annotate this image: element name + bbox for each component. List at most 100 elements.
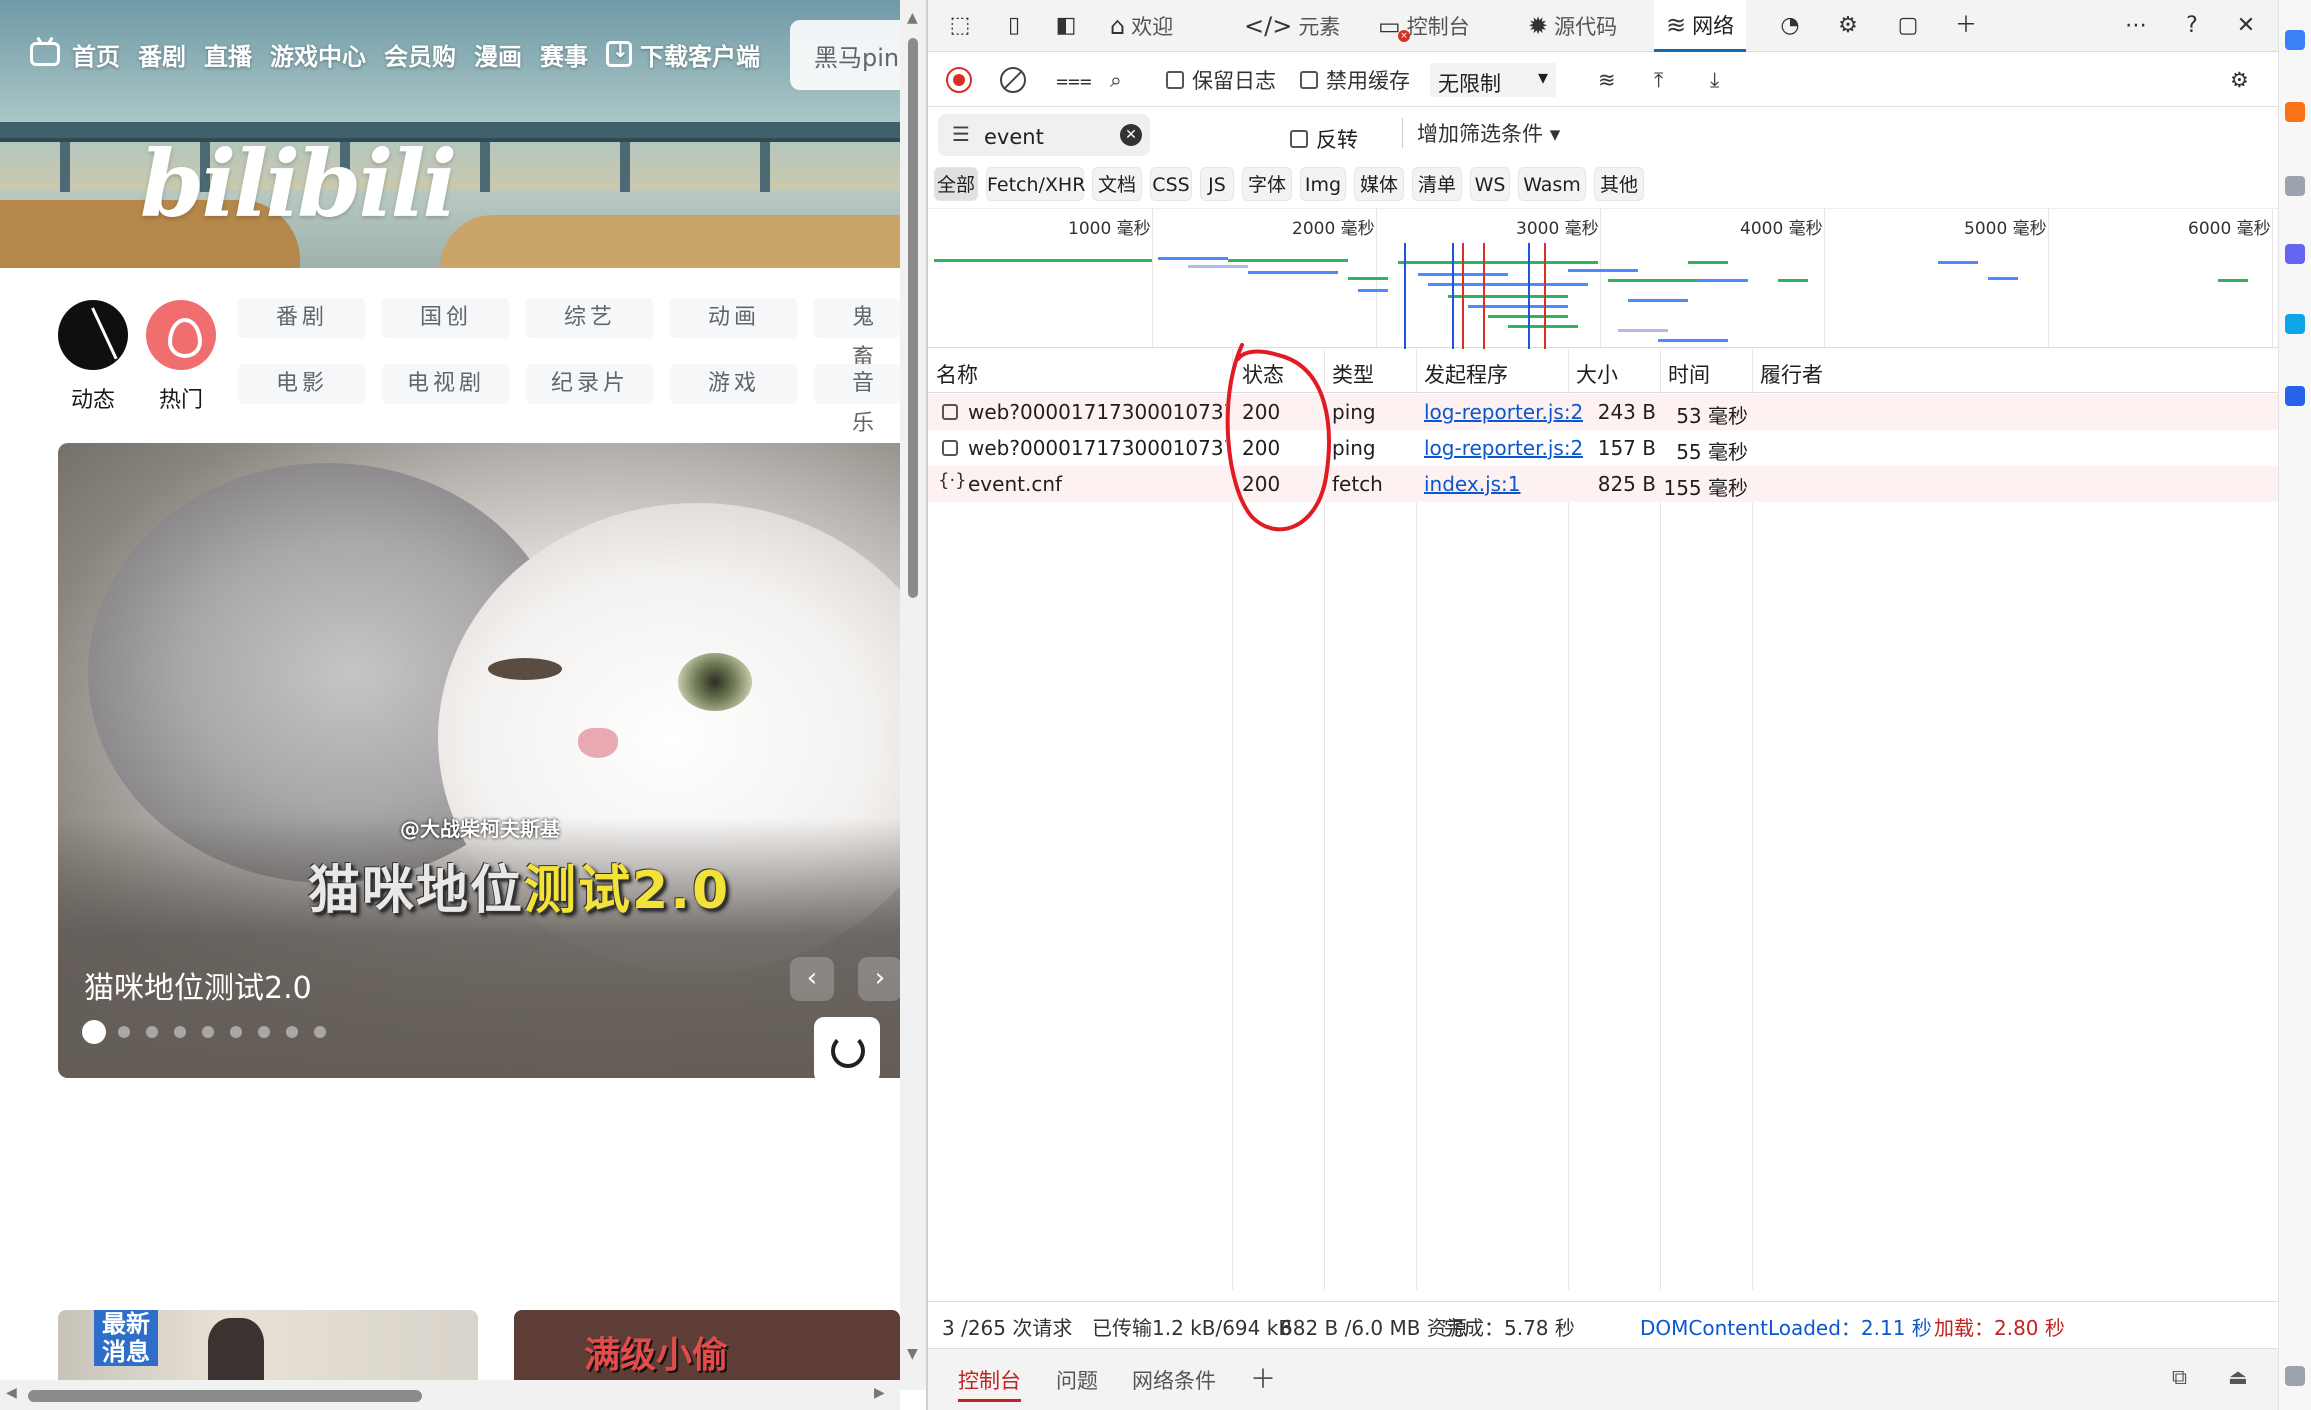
invert-checkbox[interactable]: 反转 <box>1290 124 1358 154</box>
type-filter-doc[interactable]: 文档 <box>1092 167 1142 201</box>
nav-home[interactable]: 首页 <box>72 37 120 72</box>
more-tools-plus-icon[interactable]: ＋ <box>1952 12 1980 40</box>
drawer-tab-issues[interactable]: 问题 <box>1056 1365 1098 1395</box>
request-initiator-link[interactable]: log-reporter.js:2 <box>1424 400 1583 424</box>
video-thumbnail[interactable]: 满级小偷 <box>514 1310 900 1380</box>
close-icon[interactable]: ✕ <box>2232 12 2260 40</box>
carousel-dot[interactable] <box>230 1026 242 1038</box>
carousel-dot[interactable] <box>202 1026 214 1038</box>
sidebar-app-icon[interactable] <box>2285 244 2305 264</box>
export-har-icon[interactable]: ⤓ <box>1710 63 1719 97</box>
bilibili-logo[interactable]: bilibili <box>140 130 457 238</box>
checkbox-icon[interactable] <box>1290 130 1308 148</box>
sidebar-settings-icon[interactable] <box>2285 1366 2305 1386</box>
column-header-size[interactable]: 大小 <box>1576 359 1618 389</box>
channel-tag[interactable]: 音乐 <box>814 364 900 436</box>
column-header-name[interactable]: 名称 <box>936 359 978 389</box>
tab-welcome[interactable]: ⌂ 欢迎 <box>1100 0 1183 52</box>
settings-gear-icon[interactable]: ⚙ <box>1834 12 1862 40</box>
request-name[interactable]: web?0000171730001073710https%3A%2... <box>968 436 1226 460</box>
carousel-caption[interactable]: 猫咪地位测试2.0 <box>84 963 312 1007</box>
checkbox-icon[interactable] <box>1166 71 1184 89</box>
type-filter-fetch-xhr[interactable]: Fetch/XHR <box>986 167 1085 201</box>
sidebar-app-icon[interactable] <box>2285 314 2305 334</box>
sidebar-app-icon[interactable] <box>2285 386 2305 406</box>
replay-icon[interactable] <box>814 1017 880 1078</box>
import-har-icon[interactable]: ⤒ <box>1654 63 1663 97</box>
dock-side-icon[interactable]: ◧ <box>1052 12 1080 40</box>
request-name[interactable]: web?0000171730001073709https%3A%2... <box>968 400 1226 424</box>
scroll-left-icon[interactable]: ◀ <box>6 1385 17 1401</box>
scroll-right-icon[interactable]: ▶ <box>874 1385 885 1401</box>
type-filter-font[interactable]: 字体 <box>1242 167 1292 201</box>
type-filter-img[interactable]: Img <box>1300 167 1346 201</box>
more-options-icon[interactable]: ⋯ <box>2122 12 2150 40</box>
sidebar-app-icon[interactable] <box>2285 176 2305 196</box>
carousel-prev-button[interactable]: ‹ <box>790 957 834 1001</box>
clear-icon[interactable] <box>1000 67 1026 93</box>
request-initiator-link[interactable]: log-reporter.js:2 <box>1424 436 1583 460</box>
type-filter-all[interactable]: 全部 <box>934 167 978 201</box>
channel-tag[interactable]: 电影 <box>238 364 366 404</box>
carousel-dot[interactable] <box>314 1026 326 1038</box>
carousel-dot[interactable] <box>82 1020 106 1044</box>
clear-filter-icon[interactable]: ✕ <box>1120 124 1142 146</box>
type-filter-other[interactable]: 其他 <box>1594 167 1644 201</box>
channel-tag[interactable]: 动画 <box>670 298 798 338</box>
throttle-select[interactable]: 无限制 ▾ <box>1430 63 1556 97</box>
carousel-dot[interactable] <box>118 1026 130 1038</box>
nav-download-client[interactable]: 下载客户端 <box>606 37 760 72</box>
scroll-up-icon[interactable]: ▲ <box>907 10 918 26</box>
hot-icon[interactable] <box>146 300 216 370</box>
sidebar-app-icon[interactable] <box>2285 102 2305 122</box>
dynamic-icon[interactable] <box>58 300 128 370</box>
collapse-drawer-icon[interactable]: ⏏ <box>2228 1365 2248 1389</box>
carousel-dot[interactable] <box>174 1026 186 1038</box>
help-icon[interactable]: ? <box>2178 12 2206 40</box>
filter-input[interactable]: ☰ event ✕ <box>938 114 1150 156</box>
more-filters-dropdown[interactable]: 增加筛选条件 ▾ <box>1402 118 1560 148</box>
network-overview-timeline[interactable]: 1000 毫秒 2000 毫秒 3000 毫秒 4000 毫秒 5000 毫秒 … <box>928 208 2280 349</box>
scroll-down-icon[interactable]: ▼ <box>907 1346 918 1362</box>
column-header-initiator[interactable]: 发起程序 <box>1424 359 1508 389</box>
request-name[interactable]: event.cnf <box>968 472 1226 496</box>
tab-network[interactable]: ≋ 网络 <box>1654 0 1747 52</box>
channel-tag[interactable]: 番剧 <box>238 298 366 338</box>
scrollbar-thumb[interactable] <box>28 1390 422 1402</box>
search-icon[interactable]: ⌕ <box>1110 63 1122 97</box>
carousel-dot[interactable] <box>146 1026 158 1038</box>
channel-tag[interactable]: 鬼畜 <box>814 298 900 370</box>
inspect-icon[interactable]: ⬚ <box>946 12 974 40</box>
drawer-tab-network-conditions[interactable]: 网络条件 <box>1132 1365 1216 1395</box>
channel-tag[interactable]: 电视剧 <box>382 364 510 404</box>
tab-sources[interactable]: ✹ 源代码 <box>1518 0 1627 52</box>
table-row[interactable]: web?0000171730001073710https%3A%2... 200… <box>928 430 2280 466</box>
channel-tag[interactable]: 国创 <box>382 298 510 338</box>
column-header-time[interactable]: 时间 <box>1668 359 1710 389</box>
sidebar-app-icon[interactable] <box>2285 30 2305 50</box>
drawer-tab-console[interactable]: 控制台 <box>958 1365 1021 1402</box>
disable-cache-checkbox[interactable]: 禁用缓存 <box>1300 63 1410 97</box>
network-settings-icon[interactable]: ⚙ <box>2230 63 2249 97</box>
nav-anime[interactable]: 番剧 <box>138 37 186 72</box>
checkbox-icon[interactable] <box>1300 71 1318 89</box>
type-filter-wasm[interactable]: Wasm <box>1518 167 1586 201</box>
scrollbar-thumb[interactable] <box>908 38 918 598</box>
type-filter-ws[interactable]: WS <box>1470 167 1510 201</box>
hero-carousel[interactable]: @大战柴柯夫斯基 猫咪地位测试2.0 猫咪地位测试2.0 ‹ › <box>58 443 900 1078</box>
nav-manga[interactable]: 漫画 <box>474 37 522 72</box>
type-filter-media[interactable]: 媒体 <box>1354 167 1404 201</box>
video-thumbnail[interactable]: 最新消息 <box>58 1310 478 1380</box>
type-filter-css[interactable]: CSS <box>1150 167 1192 201</box>
tab-elements[interactable]: </> 元素 <box>1234 0 1350 52</box>
request-initiator-link[interactable]: index.js:1 <box>1424 472 1521 496</box>
filter-toggle-icon[interactable]: ⩶ <box>1056 63 1092 97</box>
search-input[interactable]: 黑马pin <box>790 20 900 90</box>
application-icon[interactable]: ▢ <box>1894 12 1922 40</box>
network-conditions-icon[interactable]: ≋ <box>1598 63 1616 97</box>
column-header-type[interactable]: 类型 <box>1332 359 1374 389</box>
channel-tag[interactable]: 游戏 <box>670 364 798 404</box>
type-filter-manifest[interactable]: 清单 <box>1412 167 1462 201</box>
column-header-fulfilled-by[interactable]: 履行者 <box>1760 359 1823 389</box>
nav-esports[interactable]: 赛事 <box>540 37 588 72</box>
